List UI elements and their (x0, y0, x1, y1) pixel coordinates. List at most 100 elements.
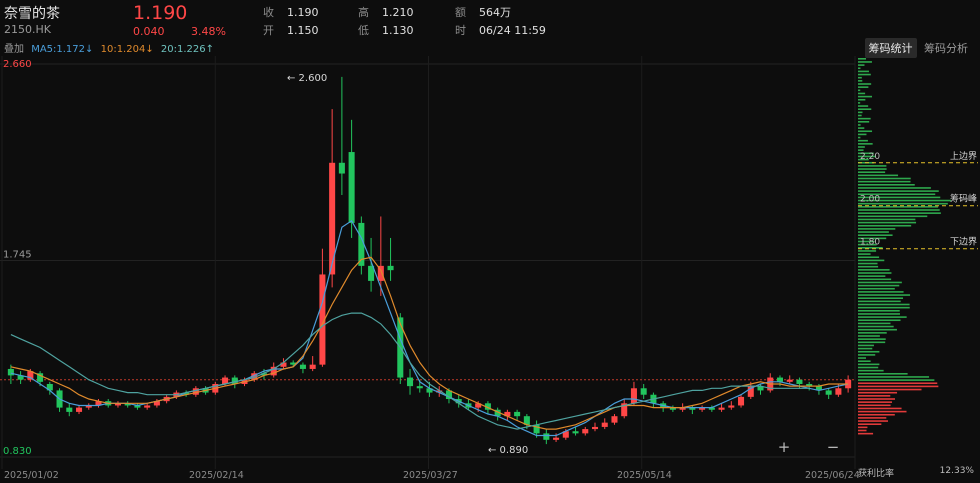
chip-bar (858, 89, 861, 92)
ma-legend: 叠加 MA5:1.172↓ 10:1.204↓ 20:1.226↑ (4, 40, 218, 55)
chip-bar (858, 139, 868, 142)
chip-bar (858, 102, 861, 104)
candle-body (7, 368, 14, 376)
chip-distribution: 2.20 上边界 2.00 筹码峰 1.80 下边界 (858, 58, 978, 435)
candle-body (66, 407, 73, 412)
chip-bar (858, 287, 895, 290)
chip-bar (858, 83, 872, 85)
chip-bar (858, 206, 939, 208)
chip-bar (858, 262, 878, 265)
candle-body (416, 386, 423, 389)
chip-bar (858, 322, 891, 325)
chip-bar (858, 357, 866, 359)
chip-bar (858, 294, 911, 296)
chip-bar (858, 303, 910, 306)
candle-body (192, 388, 199, 395)
stock-code: 2150.HK (4, 23, 51, 36)
chip-bar (858, 218, 916, 221)
candle-body (75, 407, 83, 412)
chip-bar (858, 265, 879, 268)
chip-bar (858, 429, 867, 432)
chip-bar (858, 259, 885, 262)
amount-label: 额 (455, 6, 466, 19)
chip-bar (858, 168, 887, 170)
chip-bar (858, 143, 873, 145)
profit-ratio-label: 获利比率 (858, 469, 895, 479)
time-field: 时 06/24 11:59 (455, 22, 546, 38)
chip-bar (858, 325, 894, 328)
open-label: 开 (263, 24, 274, 37)
chip-bar (858, 335, 880, 337)
chip-bar (858, 70, 869, 73)
price-change: 0.040 (133, 25, 165, 38)
chip-bar (858, 376, 930, 378)
chip-bar (858, 149, 864, 151)
candle-body (514, 411, 521, 417)
chip-bar (858, 272, 892, 274)
close-field: 收 1.190 (263, 4, 319, 20)
chip-bar (858, 382, 938, 385)
low-value: 1.130 (382, 24, 414, 37)
candle-body (611, 416, 618, 423)
chip-bar (858, 105, 869, 107)
candle-body (776, 377, 784, 382)
tab-chip-analysis[interactable]: 筹码分析 (920, 38, 972, 58)
chip-bar (858, 350, 880, 353)
chip-bar (858, 190, 939, 192)
overlay-label[interactable]: 叠加 (4, 44, 24, 55)
chip-bar (858, 319, 901, 322)
candle-body (825, 390, 832, 395)
candle-body (553, 437, 560, 440)
chip-bar (858, 269, 890, 271)
chip-bar (858, 395, 891, 397)
chip-bar (858, 275, 886, 277)
x-axis-label: 2025/02/14 (189, 470, 244, 481)
chip-bar (858, 338, 886, 340)
candle-body (738, 396, 745, 406)
candle-body (582, 429, 589, 434)
y-axis-mid: 1.745 (3, 250, 32, 261)
chip-bar (858, 98, 866, 101)
tab-chip-stats[interactable]: 筹码统计 (864, 38, 917, 58)
chip-bar (858, 344, 874, 347)
chip-bar (858, 127, 865, 129)
zoom-in-button[interactable]: + (775, 439, 793, 457)
low-label: 低 (358, 24, 369, 37)
y-axis-min: 0.830 (3, 446, 32, 457)
chip-bar (858, 221, 917, 224)
zoom-out-button[interactable]: − (824, 439, 842, 457)
open-field: 开 1.150 (263, 22, 319, 38)
chip-bar (858, 316, 907, 318)
chip-bar (858, 256, 880, 259)
min-price-annotation: ← 0.890 (488, 445, 528, 456)
x-axis-label: 2025/06/24 (805, 470, 860, 481)
kline-chart[interactable]: 2.20 上边界 2.00 筹码峰 1.80 下边界 2.660 1.745 0.830 202… (0, 56, 980, 483)
high-label: 高 (358, 6, 369, 19)
chip-bar (858, 61, 872, 63)
chip-lower-price: 1.80 (860, 238, 880, 248)
chip-bar (858, 76, 862, 79)
chip-bar (858, 278, 892, 281)
chip-bar (858, 180, 911, 183)
chip-bar (858, 354, 876, 356)
chip-bar (858, 398, 896, 400)
candle-body (309, 364, 316, 369)
amount-value: 564万 (479, 6, 511, 19)
chip-lower-label: 下边界 (950, 237, 977, 248)
axis-labels: 2.660 1.745 0.830 2025/01/02 2025/02/14 2025/… (3, 59, 860, 481)
chip-bar (858, 426, 868, 429)
x-axis-label: 2025/05/14 (617, 470, 672, 481)
chip-bar (858, 92, 866, 95)
candle-body (796, 379, 803, 384)
chip-peak-label: 筹码峰 (950, 193, 977, 205)
chip-bar (858, 423, 882, 425)
chip-bar (858, 432, 874, 435)
candle-body (591, 426, 599, 430)
chip-bar (858, 209, 940, 211)
stock-name: 奈雪的茶 (4, 6, 60, 22)
candle-body (718, 407, 725, 410)
chip-bar (858, 146, 865, 148)
chip-bar (858, 313, 900, 315)
chip-bar (858, 373, 908, 375)
chip-bar (858, 67, 861, 70)
